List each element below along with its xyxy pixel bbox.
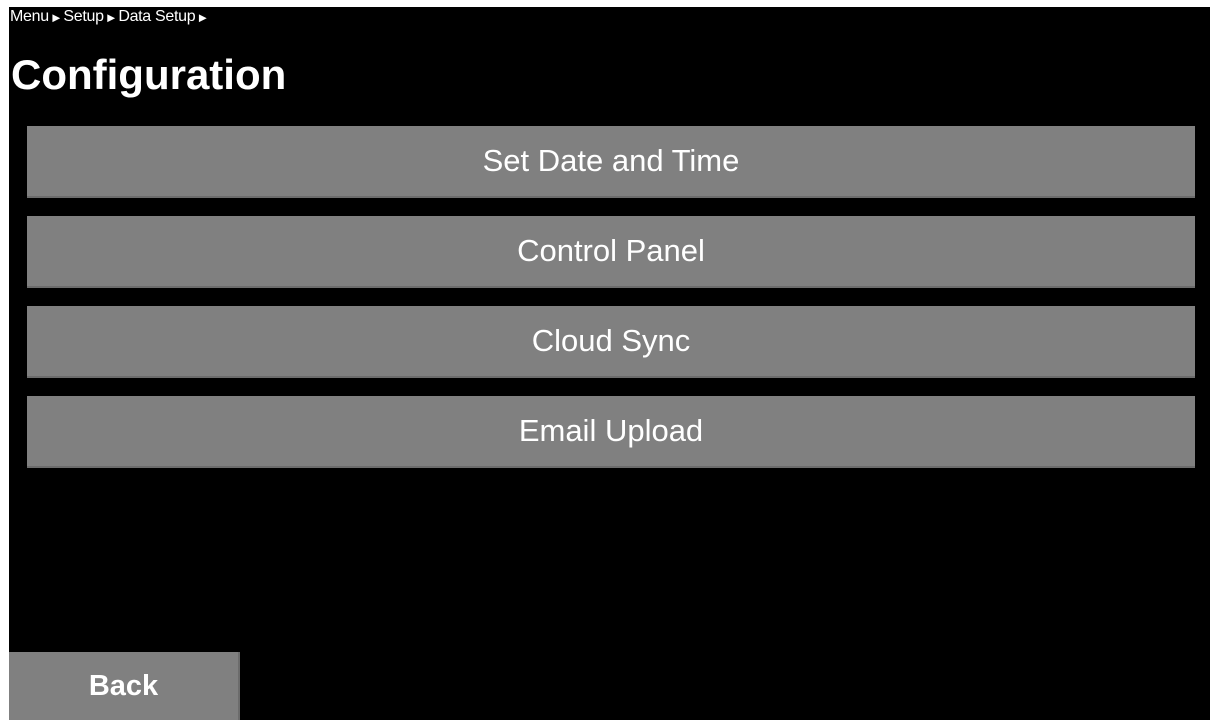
page-title: Configuration <box>11 51 287 98</box>
breadcrumb-item-data-setup[interactable]: Data Setup <box>118 8 195 26</box>
control-panel-button[interactable]: Control Panel <box>27 216 1195 288</box>
cloud-sync-button[interactable]: Cloud Sync <box>27 306 1195 378</box>
breadcrumb: Menu ► Setup ► Data Setup ► <box>10 7 210 27</box>
back-button[interactable]: Back <box>9 652 240 720</box>
breadcrumb-arrow-icon: ► <box>49 9 63 25</box>
breadcrumb-item-setup[interactable]: Setup <box>63 8 104 26</box>
menu-list: Set Date and Time Control Panel Cloud Sy… <box>27 126 1195 486</box>
email-upload-button[interactable]: Email Upload <box>27 396 1195 468</box>
breadcrumb-arrow-icon: ► <box>196 9 209 25</box>
set-date-and-time-button[interactable]: Set Date and Time <box>27 126 1195 198</box>
breadcrumb-arrow-icon: ► <box>104 9 118 25</box>
breadcrumb-item-menu[interactable]: Menu <box>10 8 49 26</box>
configuration-screen: Menu ► Setup ► Data Setup ► Configuratio… <box>9 7 1210 720</box>
